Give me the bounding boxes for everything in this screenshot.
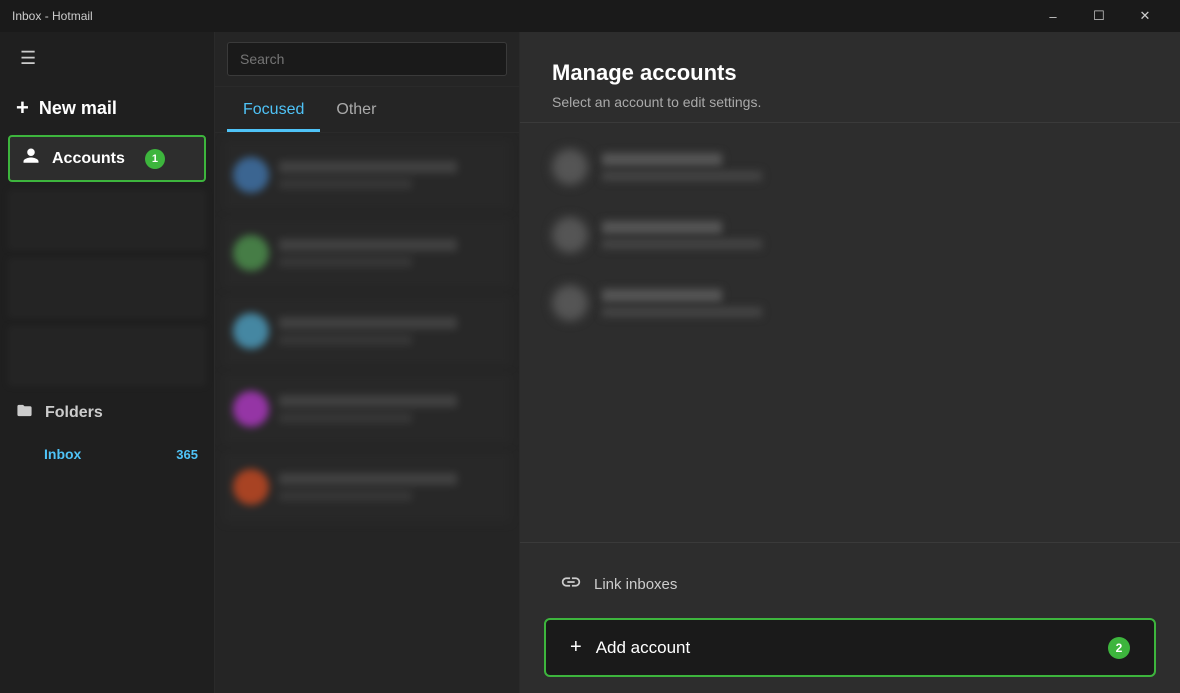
accounts-list — [520, 123, 1180, 542]
inbox-count: 365 — [176, 447, 198, 462]
avatar-1 — [233, 157, 269, 193]
account-name-2 — [602, 221, 722, 234]
account-email-2 — [602, 239, 762, 249]
account-item-2[interactable] — [536, 203, 1164, 267]
accounts-label: Accounts — [52, 150, 125, 168]
search-input[interactable] — [227, 42, 507, 76]
sidebar-item-inbox[interactable]: Inbox 365 — [0, 436, 214, 472]
email-item-4[interactable] — [223, 373, 511, 445]
email-item-1[interactable] — [223, 139, 511, 211]
minimize-button[interactable]: – — [1030, 0, 1076, 32]
add-account-tutorial-badge: 2 — [1108, 637, 1130, 659]
email-item-5[interactable] — [223, 451, 511, 523]
add-account-label: Add account — [596, 638, 691, 658]
email-items — [215, 133, 519, 693]
email-list-pane: Focused Other — [215, 32, 520, 693]
hamburger-button[interactable]: ☰ — [16, 44, 40, 73]
add-account-button[interactable]: + Add account 2 — [544, 618, 1156, 677]
account-avatar-2 — [552, 217, 588, 253]
account-avatar-1 — [552, 149, 588, 185]
window-controls: – ☐ ✕ — [1030, 0, 1168, 32]
accounts-header: Manage accounts Select an account to edi… — [520, 32, 1180, 123]
folders-icon — [16, 402, 33, 424]
accounts-panel: Manage accounts Select an account to edi… — [520, 32, 1180, 693]
tab-other[interactable]: Other — [320, 87, 392, 132]
account-email-3 — [602, 307, 762, 317]
accounts-subtitle: Select an account to edit settings. — [552, 94, 1148, 110]
tab-focused[interactable]: Focused — [227, 87, 320, 132]
blurred-item-1 — [8, 190, 206, 250]
sidebar-nav: Accounts 1 Folders Inbox 365 — [0, 131, 214, 693]
account-avatar-3 — [552, 285, 588, 321]
add-account-plus-icon: + — [570, 636, 582, 659]
search-bar — [215, 32, 519, 87]
folders-label: Folders — [45, 404, 103, 422]
account-name-3 — [602, 289, 722, 302]
accounts-title: Manage accounts — [552, 60, 1148, 86]
sidebar-item-accounts[interactable]: Accounts 1 — [8, 135, 206, 182]
account-item-1[interactable] — [536, 135, 1164, 199]
accounts-tutorial-badge: 1 — [145, 149, 165, 169]
avatar-2 — [233, 235, 269, 271]
avatar-3 — [233, 313, 269, 349]
accounts-footer: Link inboxes + Add account 2 — [520, 542, 1180, 693]
inbox-label: Inbox — [44, 446, 81, 462]
hamburger-icon: ☰ — [20, 48, 36, 69]
new-mail-plus-icon: + — [16, 95, 29, 121]
account-email-1 — [602, 171, 762, 181]
sidebar: ☰ + New mail Accounts 1 — [0, 32, 215, 693]
email-item-2[interactable] — [223, 217, 511, 289]
link-inboxes-icon — [560, 571, 582, 598]
account-name-1 — [602, 153, 722, 166]
link-inboxes-label: Link inboxes — [594, 576, 677, 593]
email-item-3[interactable] — [223, 295, 511, 367]
blurred-item-2 — [8, 258, 206, 318]
close-button[interactable]: ✕ — [1122, 0, 1168, 32]
sidebar-top: ☰ — [0, 32, 214, 85]
avatar-4 — [233, 391, 269, 427]
email-tabs: Focused Other — [215, 87, 519, 133]
new-mail-button[interactable]: + New mail — [0, 85, 214, 131]
maximize-button[interactable]: ☐ — [1076, 0, 1122, 32]
titlebar-title: Inbox - Hotmail — [12, 9, 93, 23]
titlebar: Inbox - Hotmail – ☐ ✕ — [0, 0, 1180, 32]
accounts-icon — [22, 147, 40, 170]
new-mail-label: New mail — [39, 98, 117, 119]
avatar-5 — [233, 469, 269, 505]
link-inboxes-button[interactable]: Link inboxes — [544, 559, 1156, 610]
main-content: ☰ + New mail Accounts 1 — [0, 32, 1180, 693]
account-item-3[interactable] — [536, 271, 1164, 335]
sidebar-item-folders[interactable]: Folders — [0, 390, 214, 436]
blurred-item-3 — [8, 326, 206, 386]
